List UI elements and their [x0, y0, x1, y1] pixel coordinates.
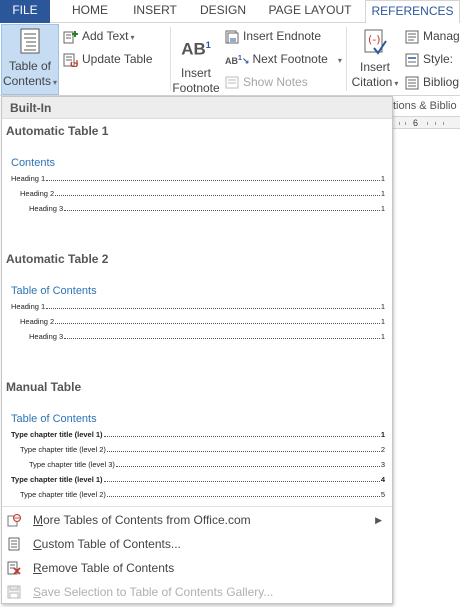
toc-preview-line: Type chapter title (level 1) 4 — [11, 475, 385, 484]
ruler-tick — [399, 122, 400, 125]
style-icon — [405, 53, 419, 67]
toc-preview-line: Heading 11 — [11, 174, 385, 183]
chevron-down-icon: ▾ — [337, 56, 342, 66]
toc-preview-line: Heading 31 — [29, 332, 385, 341]
save-selection-icon — [7, 585, 21, 599]
tab-references[interactable]: REFERENCES — [365, 0, 460, 24]
save-selection-menu-item[interactable]: Save Selection to Table of Contents Gall… — [2, 580, 392, 603]
gallery-item-manual-table[interactable]: Manual Table Table of Contents Type chap… — [2, 376, 392, 506]
next-footnote-label: Next Footnote — [252, 52, 328, 67]
bibliography-label: Bibliog — [423, 75, 460, 89]
toc-preview-heading: Table of Contents — [11, 285, 97, 297]
manage-sources-icon — [405, 30, 419, 44]
insert-footnote-label-line1: Insert — [180, 65, 211, 80]
toc-preview-heading: Contents — [11, 157, 56, 169]
document-canvas[interactable] — [393, 130, 460, 607]
chevron-down-icon: ▾ — [394, 79, 399, 88]
next-footnote-icon: AB1↘ — [225, 55, 250, 66]
add-text-button[interactable]: Add Text ▾ — [63, 26, 135, 46]
table-of-contents-gallery: Built-In Automatic Table 1 Contents Head… — [1, 96, 393, 604]
footnote-icon: AB1 — [181, 39, 211, 59]
bibliography-icon — [405, 76, 419, 90]
chevron-down-icon: ▾ — [130, 33, 135, 42]
remove-table-icon — [7, 561, 21, 575]
insert-citation-label-line1: Insert — [359, 60, 390, 74]
toc-preview-heading: Table of Contents — [11, 413, 97, 425]
toc-preview-line: Type chapter title (level 2) 5 — [20, 490, 385, 499]
style-selector[interactable]: Style: — [405, 49, 453, 69]
custom-table-menu-item[interactable]: Custom Table of Contents... — [2, 532, 392, 556]
ruler-tick — [427, 122, 428, 125]
gallery-item-title: Automatic Table 2 — [6, 252, 109, 266]
ruler-number: 6 — [413, 118, 419, 128]
update-table-icon — [63, 53, 78, 67]
toc-preview-line: Type chapter title (level 2) 2 — [20, 445, 385, 454]
endnote-icon — [225, 30, 239, 44]
gallery-item-title: Automatic Table 1 — [6, 124, 109, 138]
ribbon: Table of Contents ▾ Add Text ▾ Update Tabl… — [0, 23, 460, 96]
tab-home[interactable]: HOME — [62, 0, 118, 23]
add-text-icon — [63, 30, 78, 44]
update-table-button[interactable]: Update Table — [63, 49, 153, 69]
toc-preview-line: Heading 21 — [20, 317, 385, 326]
show-notes-button[interactable]: Show Notes — [225, 72, 308, 92]
ribbon-tab-bar: FILE HOME INSERT DESIGN PAGE LAYOUT REFE… — [0, 0, 460, 24]
update-table-label: Update Table — [82, 52, 153, 66]
ruler-tick — [405, 122, 406, 125]
office-online-icon — [7, 514, 21, 527]
save-selection-label: Save Selection to Table of Contents Gall… — [33, 585, 274, 599]
chevron-down-icon: ▾ — [53, 78, 58, 87]
show-notes-icon — [225, 76, 239, 89]
ruler-tick — [443, 122, 444, 125]
more-tables-label: More Tables of Contents from Office.com — [33, 513, 251, 527]
toc-preview-line: Type chapter title (level 1) 1 — [11, 430, 385, 439]
tab-design[interactable]: DESIGN — [194, 0, 252, 23]
toc-preview-line: Type chapter title (level 3) 3 — [29, 460, 385, 469]
more-tables-menu-item[interactable]: More Tables of Contents from Office.com … — [2, 508, 392, 532]
citation-icon: (-) — [364, 29, 387, 55]
insert-footnote-label-line2: Footnote — [172, 80, 220, 95]
insert-footnote-button[interactable]: AB1 Insert Footnote — [170, 33, 222, 96]
next-footnote-button[interactable]: AB1↘ Next Footnote ▾ — [225, 49, 342, 69]
toc-preview-line: Heading 31 — [29, 204, 385, 213]
gallery-item-title: Manual Table — [6, 380, 82, 394]
style-label: Style: — [423, 52, 454, 66]
gallery-item-automatic-table-2[interactable]: Automatic Table 2 Table of Contents Head… — [2, 248, 392, 376]
add-text-label: Add Text — [82, 29, 129, 43]
insert-citation-button[interactable]: (-) Insert Citation ▾ — [349, 29, 401, 91]
insert-citation-label-line2: Citation ▾ — [351, 75, 399, 89]
tab-insert[interactable]: INSERT — [126, 0, 184, 23]
ribbon-group-label: tions & Biblio — [393, 96, 460, 116]
ruler-tick — [435, 122, 436, 125]
remove-table-label: Remove Table of Contents — [33, 561, 175, 575]
tab-page-layout[interactable]: PAGE LAYOUT — [264, 0, 356, 23]
insert-endnote-button[interactable]: Insert Endnote — [225, 26, 321, 46]
bibliography-button[interactable]: Bibliog — [405, 72, 459, 92]
horizontal-ruler: 6 — [393, 116, 460, 129]
toc-label-line2: Contents ▾ — [2, 74, 58, 88]
gallery-section-header: Built-In — [2, 97, 392, 119]
tab-file[interactable]: FILE — [0, 0, 50, 23]
manage-sources-button[interactable]: Manag — [405, 26, 460, 46]
toc-preview-line: Heading 21 — [20, 189, 385, 198]
table-of-contents-icon — [20, 28, 40, 54]
table-of-contents-button[interactable]: Table of Contents ▾ — [1, 24, 59, 95]
toc-label-line1: Table of — [8, 59, 52, 73]
toc-preview-line: Heading 11 — [11, 302, 385, 311]
svg-text:(-): (-) — [368, 33, 381, 46]
insert-endnote-label: Insert Endnote — [243, 29, 322, 43]
chevron-right-icon: ▶ — [375, 515, 382, 525]
show-notes-label: Show Notes — [243, 75, 308, 89]
gallery-item-automatic-table-1[interactable]: Automatic Table 1 Contents Heading 11 He… — [2, 120, 392, 248]
group-separator — [346, 27, 347, 91]
gallery-menu: More Tables of Contents from Office.com … — [2, 506, 392, 603]
manage-sources-label: Manag — [423, 29, 460, 43]
custom-table-icon — [8, 537, 20, 551]
remove-table-menu-item[interactable]: Remove Table of Contents — [2, 556, 392, 580]
custom-table-label: Custom Table of Contents... — [33, 537, 181, 551]
